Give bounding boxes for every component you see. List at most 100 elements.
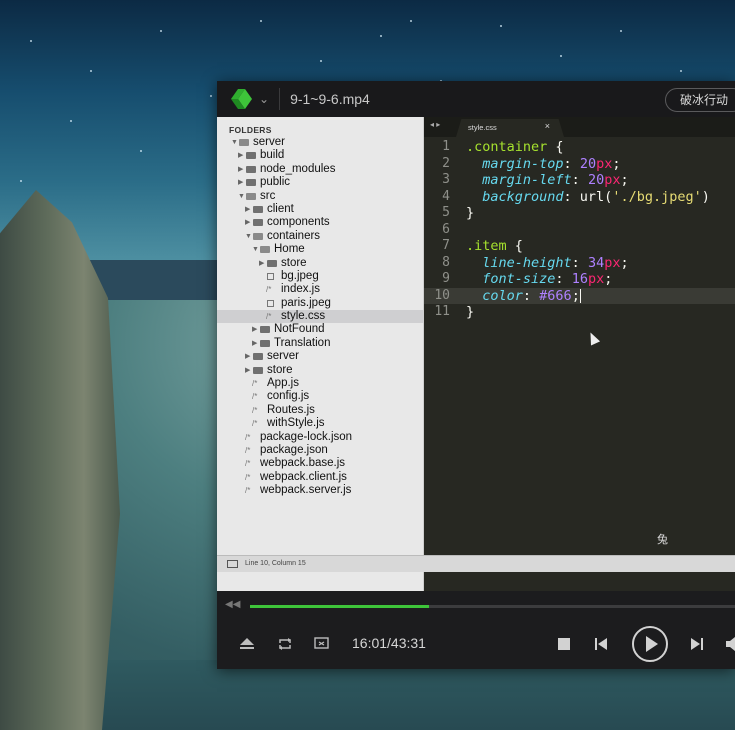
stop-icon[interactable] [558, 638, 570, 650]
tree-item[interactable]: paris.jpeg [217, 297, 423, 310]
tree-item[interactable]: ▶ components [217, 216, 423, 229]
code-line[interactable]: 2 margin-top: 20px; [424, 156, 735, 173]
code-line[interactable]: 9 font-size: 16px; [424, 271, 735, 288]
line-number: 11 [434, 304, 450, 319]
chevron-down-icon[interactable]: ▼ [252, 243, 259, 256]
tab-style-css[interactable]: style.css × [456, 119, 564, 137]
chevron-down-icon[interactable]: ▼ [238, 190, 245, 203]
tree-item[interactable]: /* index.js [217, 283, 423, 296]
code-file-icon: /* [266, 285, 272, 295]
chevron-right-icon[interactable]: ▶ [259, 257, 264, 270]
chevron-right-icon[interactable]: ▶ [252, 337, 257, 350]
tree-item[interactable]: /* App.js [217, 377, 423, 390]
folder-icon [246, 179, 256, 187]
line-number: 3 [442, 172, 450, 187]
star [140, 150, 142, 152]
code-file-icon: /* [252, 419, 258, 429]
chevron-right-icon[interactable]: ▶ [245, 364, 250, 377]
progress-bar[interactable] [250, 605, 735, 608]
repeat-icon[interactable] [277, 637, 293, 651]
chevron-right-icon[interactable]: ▶ [252, 323, 257, 336]
star [410, 20, 412, 22]
chevron-right-icon[interactable]: ▶ [238, 163, 243, 176]
chevron-right-icon[interactable]: ▶ [245, 350, 250, 363]
tree-item[interactable]: ▶ server [217, 350, 423, 363]
code-area[interactable]: 1 .container {2 margin-top: 20px; 3 margin… [424, 139, 735, 579]
tree-item[interactable]: ▶ node_modules [217, 163, 423, 176]
chevron-right-icon[interactable]: ▶ [238, 149, 243, 162]
code-line[interactable]: 5} [424, 205, 735, 222]
previous-icon[interactable] [594, 637, 608, 651]
code-token: } [466, 205, 475, 221]
tree-item[interactable]: ▶ public [217, 176, 423, 189]
tree-item[interactable]: /* style.css [217, 310, 423, 324]
code-file-icon: /* [252, 379, 258, 389]
tree-item[interactable]: ▼ server [217, 136, 423, 149]
star [680, 70, 682, 72]
screen-icon[interactable] [314, 637, 330, 651]
tree-item[interactable]: ▶ store [217, 257, 423, 270]
code-line[interactable]: 3 margin-left: 20px; [424, 172, 735, 189]
tab-nav-arrows-icon[interactable]: ◂ ▸ [430, 120, 440, 129]
code-line[interactable]: 10 color: #666; [424, 287, 735, 304]
chevron-right-icon[interactable]: ▶ [245, 216, 250, 229]
code-line[interactable]: 6 [424, 222, 735, 239]
tree-item[interactable]: ▶ build [217, 149, 423, 162]
line-number: 6 [442, 221, 450, 237]
tree-item-label: store [267, 363, 293, 376]
tree-item[interactable]: bg.jpeg [217, 270, 423, 283]
code-token: ; [612, 155, 621, 172]
code-token: : [563, 155, 580, 172]
chevron-down-icon[interactable]: ▼ [245, 230, 252, 243]
rewind-icon[interactable]: ◀◀ [225, 599, 240, 610]
tree-item[interactable]: ▼ src [217, 190, 423, 203]
tree-item[interactable]: ▶ store [217, 364, 423, 377]
app-logo-icon[interactable] [229, 87, 255, 111]
tree-item[interactable]: /* Routes.js [217, 404, 423, 417]
tree-item[interactable]: /* config.js [217, 390, 423, 403]
line-number: 5 [442, 205, 450, 220]
tree-item[interactable]: /* webpack.server.js [217, 484, 423, 497]
code-line[interactable]: 8 line-height: 34px; [424, 255, 735, 272]
code-line[interactable]: 4 background: url('./bg.jpeg') [424, 189, 735, 206]
line-number: 10 [434, 287, 450, 303]
tree-item[interactable]: /* webpack.base.js [217, 457, 423, 470]
tree-item[interactable]: /* webpack.client.js [217, 471, 423, 484]
tree-item[interactable]: ▶ NotFound [217, 323, 423, 336]
volume-icon[interactable] [725, 637, 735, 651]
play-icon[interactable] [632, 626, 668, 662]
title-divider [279, 88, 281, 110]
tree-item[interactable]: ▼ Home [217, 243, 423, 256]
tree-item[interactable]: ▶ client [217, 203, 423, 216]
chevron-down-icon[interactable]: ▼ [231, 136, 238, 149]
tree-item-label: Routes.js [267, 403, 315, 416]
code-line[interactable]: 11} [424, 304, 735, 321]
line-number: 9 [442, 271, 450, 286]
forest-foreground [0, 660, 735, 730]
tree-item[interactable]: /* withStyle.js [217, 417, 423, 430]
tree-item-label: node_modules [260, 162, 336, 175]
promo-button[interactable]: 破冰行动 [664, 88, 735, 112]
folders-header: FOLDERS [229, 125, 272, 135]
code-token: ; [604, 271, 613, 287]
code-file-icon: /* [245, 445, 251, 455]
menu-chevron-down-icon[interactable]: ⌄ [259, 92, 269, 106]
video-title: 9-1~9-6.mp4 [290, 91, 370, 107]
tree-item[interactable]: ▼ containers [217, 230, 423, 243]
line-number: 7 [442, 238, 450, 253]
tree-item[interactable]: ▶ Translation [217, 337, 423, 350]
next-icon[interactable] [690, 637, 704, 651]
code-line[interactable]: 7 .item { [424, 238, 735, 255]
chevron-right-icon[interactable]: ▶ [238, 176, 243, 189]
star [160, 30, 162, 32]
tab-close-icon[interactable]: × [545, 121, 550, 131]
eject-icon[interactable] [239, 637, 255, 651]
tree-item[interactable]: /* package.json [217, 444, 423, 457]
tree-item-label: withStyle.js [267, 417, 325, 430]
tree-item[interactable]: /* package-lock.json [217, 431, 423, 444]
code-token: font-size [482, 271, 556, 287]
chevron-right-icon[interactable]: ▶ [245, 203, 250, 216]
code-token: px [604, 254, 621, 271]
code-line[interactable]: 1 .container { [424, 139, 735, 156]
